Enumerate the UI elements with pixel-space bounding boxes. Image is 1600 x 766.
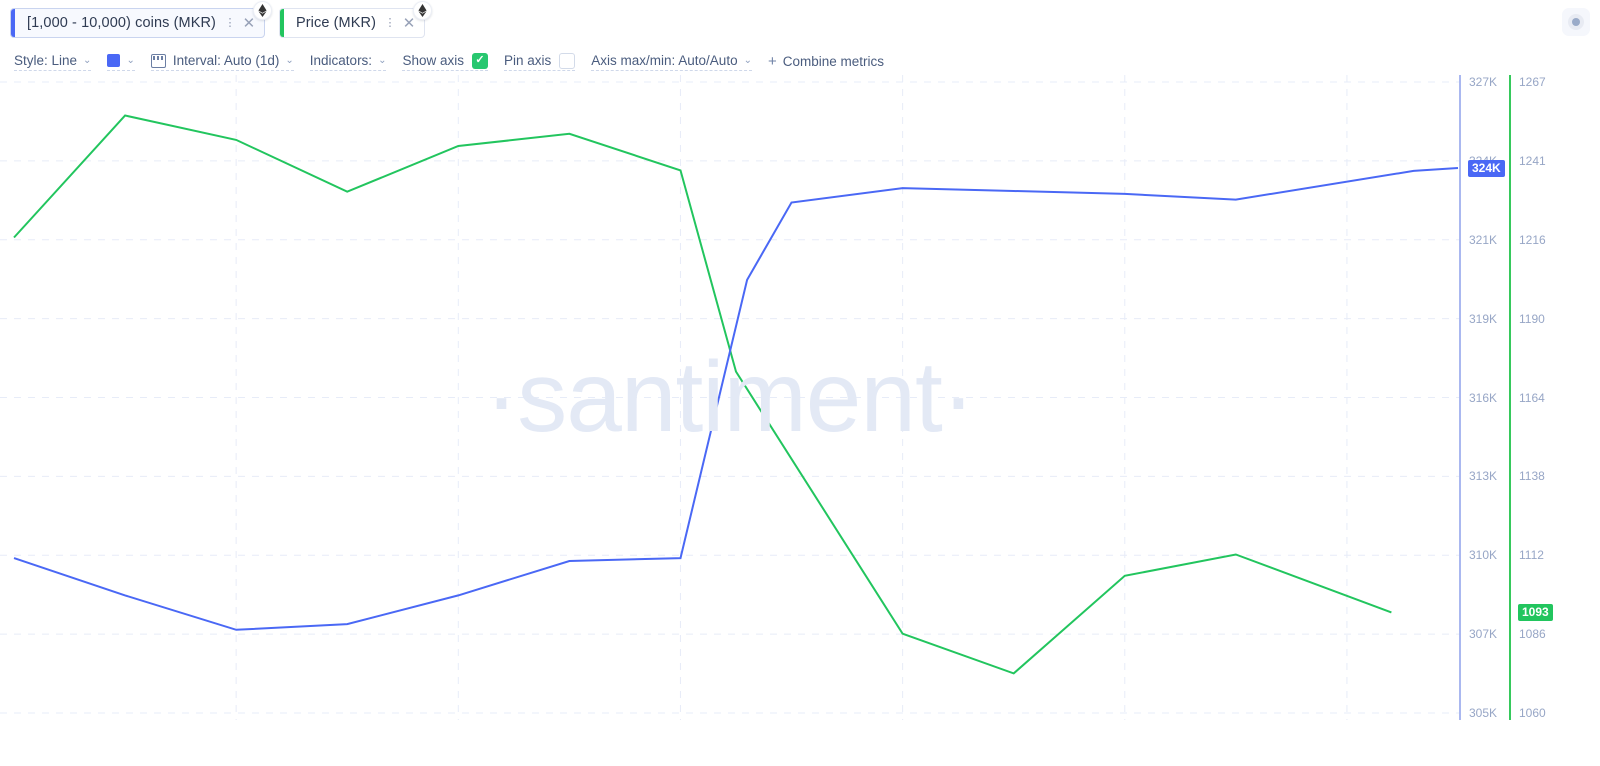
color-dropdown[interactable]: ⌄ (107, 51, 135, 71)
style-dropdown[interactable]: Style: Line ⌄ (14, 51, 92, 71)
indicators-dropdown[interactable]: Indicators: ⌄ (309, 51, 387, 71)
axis-tick-label: 316K (1469, 390, 1498, 405)
axis-minmax-label: Axis max/min: Auto/Auto (591, 53, 738, 68)
style-label: Style: Line (14, 53, 78, 68)
tab-menu-icon-price[interactable]: ⋮ (382, 18, 398, 29)
axis-tick-label: 1164 (1519, 390, 1545, 405)
plot-svg (0, 75, 1459, 720)
chevron-down-icon: ⌄ (378, 54, 387, 66)
tab-label-price: Price (MKR) (295, 15, 377, 31)
axis-tick-label: 1190 (1519, 311, 1545, 326)
series-line-price (13, 114, 1392, 675)
axis-line-price (1509, 75, 1511, 720)
chevron-down-icon: ⌄ (83, 54, 92, 66)
axis-coins: 327K324K321K319K316K313K310K307K305K 324… (1459, 75, 1509, 720)
ethereum-icon-glyph (258, 4, 267, 17)
axis-tick-label: 319K (1469, 311, 1498, 326)
chevron-down-icon: ⌄ (743, 54, 752, 66)
axis-line-coins (1459, 75, 1461, 720)
santiment-chart-app: [1,000 - 10,000) coins (MKR) ⋮ ✕ Price (… (0, 0, 1600, 766)
axis-price: 1267 1241 1216 1190 1164 1138 1112 1086 1060 109… (1509, 75, 1579, 720)
axis-tick-label: 310K (1469, 548, 1498, 563)
calendar-icon (150, 53, 166, 68)
pin-axis-label: Pin axis (503, 53, 552, 68)
combine-metrics-label: Combine metrics (782, 53, 885, 69)
ethereum-icon-coins (252, 1, 272, 20)
axis-tick-label: 1138 (1519, 469, 1545, 484)
metric-tab-bar: [1,000 - 10,000) coins (MKR) ⋮ ✕ Price (… (0, 0, 439, 44)
plus-icon: + (767, 52, 777, 70)
combine-metrics-button[interactable]: + Combine metrics (768, 51, 884, 71)
axis-current-badge-coins: 324K (1468, 160, 1505, 178)
show-axis-label: Show axis (402, 53, 464, 68)
axis-tick-label: 327K (1469, 75, 1498, 89)
ethereum-icon-glyph (418, 4, 427, 17)
settings-circle-icon (1568, 14, 1584, 30)
axis-tick-label: 305K (1469, 706, 1498, 720)
tab-menu-icon-coins[interactable]: ⋮ (222, 18, 238, 29)
metric-tab-coins[interactable]: [1,000 - 10,000) coins (MKR) ⋮ ✕ (10, 1, 272, 38)
chevron-down-icon: ⌄ (285, 54, 294, 66)
settings-circle-icon-button[interactable] (1562, 8, 1590, 36)
axis-tick-label: 313K (1469, 469, 1498, 484)
axis-tick-label: 307K (1469, 627, 1498, 642)
chart-area: ·santiment· 327K 324K 321K 319K 316K 313K 310K… (0, 75, 1600, 720)
pin-axis-toggle[interactable]: Pin axis (503, 51, 576, 71)
axis-current-badge-price: 1093 (1518, 604, 1553, 622)
show-axis-checkbox[interactable]: ✓ (471, 52, 488, 69)
axis-tick-label: 1086 (1519, 627, 1546, 642)
metric-tab-price[interactable]: Price (MKR) ⋮ ✕ (278, 1, 433, 38)
pin-axis-checkbox[interactable] (559, 52, 576, 69)
axis-tick-label: 1267 (1519, 75, 1546, 89)
tab-label-coins: [1,000 - 10,000) coins (MKR) (27, 15, 216, 31)
color-swatch (107, 54, 121, 67)
interval-dropdown[interactable]: Interval: Auto (1d) ⌄ (150, 51, 294, 71)
settings-circle-dot (1572, 18, 1580, 26)
axis-minmax-dropdown[interactable]: Axis max/min: Auto/Auto ⌄ (591, 51, 752, 71)
plot-canvas[interactable]: ·santiment· (0, 75, 1459, 720)
check-icon: ✓ (475, 54, 485, 66)
axis-tick-label: 1060 (1519, 706, 1546, 720)
axis-tick-label: 1112 (1519, 548, 1544, 563)
show-axis-toggle[interactable]: Show axis ✓ (402, 51, 488, 71)
interval-label: Interval: Auto (1d) (172, 53, 280, 68)
chevron-down-icon: ⌄ (126, 54, 135, 66)
gridlines (0, 81, 1459, 714)
chart-toolbar: Style: Line ⌄ ⌄ Interval: Auto (1d) ⌄ In… (0, 48, 900, 74)
axis-tick-label: 321K (1469, 232, 1498, 247)
axis-tick-label: 1241 (1519, 153, 1546, 168)
ethereum-icon-price (413, 1, 433, 20)
series-line-coins (13, 167, 1459, 631)
axis-tick-label: 1216 (1519, 232, 1546, 247)
indicators-label: Indicators: (309, 53, 373, 68)
